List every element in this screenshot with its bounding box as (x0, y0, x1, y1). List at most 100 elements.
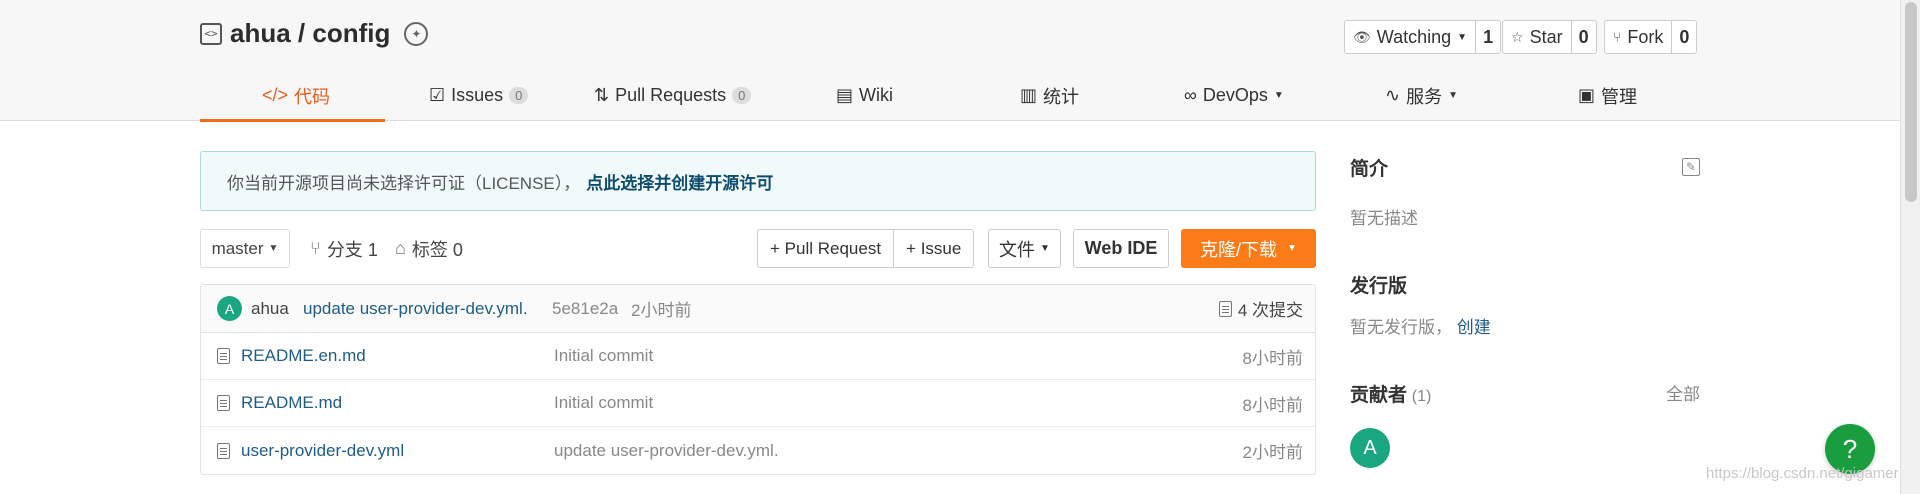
recommend-badge-icon[interactable]: ✦ (404, 21, 429, 46)
wiki-icon: ▤ (836, 85, 854, 105)
tab-issues[interactable]: ☑ Issues 0 (429, 70, 529, 121)
tab-code[interactable]: </> 代码 (262, 70, 330, 121)
tab-count: 0 (732, 87, 752, 104)
contributor-avatar[interactable]: A (1350, 428, 1390, 468)
create-buttons: + Pull Request + Issue (757, 229, 975, 268)
watermark-text: https://blog.csdn.net/gigamer (1706, 465, 1899, 482)
tab-wiki[interactable]: ▤ Wiki (836, 70, 893, 121)
tab-devops[interactable]: ∞ DevOps ▼ (1184, 70, 1284, 121)
contributors-count: (1) (1411, 388, 1432, 405)
intro-title: 简介 (1350, 159, 1389, 180)
branch-select[interactable]: master ▼ (200, 229, 290, 268)
new-issue-button[interactable]: + Issue (893, 230, 973, 267)
file-icon (217, 395, 230, 411)
watch-label: Watching (1376, 26, 1452, 47)
file-commit-message[interactable]: Initial commit (554, 346, 653, 366)
fork-label: Fork (1627, 26, 1664, 47)
service-icon: ∿ (1385, 85, 1401, 105)
chevron-down-icon: ▼ (1457, 31, 1468, 43)
repo-tabs: </> 代码 ☑ Issues 0 ⇅ Pull Requests 0 ▤ Wiki ▥ 统计… (200, 70, 1700, 122)
pull-request-icon: ⇅ (594, 85, 610, 105)
file-commit-message[interactable]: update user-provider-dev.yml. (554, 441, 779, 461)
devops-icon: ∞ (1184, 85, 1197, 105)
commit-count: 4 次提交 (1237, 301, 1303, 320)
watch-count[interactable]: 1 (1475, 21, 1500, 53)
tags-link[interactable]: ⌂ 标签 0 (395, 229, 463, 268)
edit-icon[interactable]: ✎ (1682, 158, 1700, 176)
chevron-down-icon: ▼ (1040, 243, 1050, 254)
star-count[interactable]: 0 (1570, 21, 1596, 53)
file-time: 8小时前 (1242, 348, 1303, 368)
tab-manage[interactable]: ▣ 管理 (1578, 70, 1637, 121)
manage-icon: ▣ (1578, 85, 1596, 105)
tab-label: DevOps (1202, 85, 1268, 105)
create-release-link[interactable]: 创建 (1457, 318, 1491, 337)
scrollbar-thumb[interactable] (1905, 2, 1917, 202)
tab-stats[interactable]: ▥ 统计 (1020, 70, 1079, 121)
create-license-link[interactable]: 点此选择并创建开源许可 (586, 169, 773, 194)
release-title: 发行版 (1350, 276, 1408, 297)
file-icon (217, 348, 230, 364)
commit-sha[interactable]: 5e81e2a (552, 299, 618, 319)
eye-icon: 👁 (1353, 28, 1371, 45)
commit-count-link[interactable]: 4 次提交 (1218, 285, 1303, 332)
fork-button[interactable]: ⑂ Fork 0 (1604, 20, 1698, 54)
page-scrollbar[interactable] (1900, 0, 1920, 494)
tab-label: 代码 (294, 86, 331, 107)
tab-label: 服务 (1406, 86, 1443, 107)
repo-header: <> ahua / config ✦ 👁 Watching ▼ 1 ☆ Star 0 … (0, 0, 1920, 122)
file-icon (217, 442, 230, 459)
tag-icon: ⌂ (395, 238, 406, 258)
tags-label: 标签 0 (411, 239, 463, 260)
file-name[interactable]: README.md (241, 393, 342, 413)
fork-icon: ⑂ (1613, 29, 1622, 45)
web-ide-label: Web IDE (1084, 238, 1158, 258)
tab-service[interactable]: ∿ 服务 ▼ (1385, 70, 1458, 121)
star-button[interactable]: ☆ Star 0 (1502, 20, 1597, 54)
table-row: user-provider-dev.yml update user-provid… (201, 427, 1315, 474)
license-notice: 你当前开源项目尚未选择许可证（LICENSE）， 点此选择并创建开源许可 (200, 151, 1316, 211)
chevron-down-icon: ▼ (268, 243, 279, 254)
tab-pull-requests[interactable]: ⇅ Pull Requests 0 (594, 70, 752, 121)
repo-sidebar: 简介 ✎ 暂无描述 发行版 暂无发行版， 创建 贡献者 (1) 全部 A (1350, 150, 1700, 468)
repo-title-group: <> ahua / config ✦ (200, 18, 429, 49)
stats-icon: ▥ (1020, 85, 1038, 105)
release-line: 暂无发行版， 创建 (1350, 313, 1700, 338)
branches-link[interactable]: ⑂ 分支 1 (310, 229, 378, 268)
fork-count[interactable]: 0 (1671, 21, 1696, 53)
watch-button[interactable]: 👁 Watching ▼ 1 (1344, 20, 1502, 54)
repo-code-icon: <> (200, 22, 222, 45)
author-avatar[interactable]: A (217, 296, 242, 321)
commit-author[interactable]: ahua (251, 299, 289, 319)
contributors-header: 贡献者 (1) 全部 (1350, 380, 1700, 406)
clone-download-button[interactable]: 克隆/下载 ▼ (1181, 229, 1316, 268)
file-time: 8小时前 (1242, 395, 1303, 415)
tab-label: Pull Requests (615, 85, 727, 105)
repo-name[interactable]: ahua / config (230, 18, 390, 49)
new-pull-request-button[interactable]: + Pull Request (758, 230, 893, 267)
branch-select-value: master (211, 238, 264, 258)
table-row: README.md Initial commit 8小时前 (201, 380, 1315, 427)
file-menu-button[interactable]: 文件 ▼ (988, 229, 1061, 268)
web-ide-button[interactable]: Web IDE (1073, 229, 1169, 268)
chevron-down-icon: ▼ (1448, 90, 1458, 101)
branch-icon: ⑂ (310, 238, 321, 258)
branches-label: 分支 1 (326, 239, 378, 260)
notice-text: 你当前开源项目尚未选择许可证（LICENSE）， (227, 173, 581, 193)
tab-label: Wiki (859, 85, 894, 105)
table-row: README.en.md Initial commit 8小时前 (201, 333, 1315, 380)
chevron-down-icon: ▼ (1273, 90, 1284, 101)
file-table: A ahua update user-provider-dev.yml. 5e8… (200, 284, 1316, 475)
tab-label: 管理 (1601, 86, 1638, 107)
commits-icon (1218, 300, 1232, 317)
contributors-all-link[interactable]: 全部 (1666, 380, 1700, 405)
clone-label: 克隆/下载 (1200, 239, 1278, 260)
tab-label: 统计 (1043, 86, 1080, 107)
intro-text: 暂无描述 (1350, 209, 1418, 228)
file-commit-message[interactable]: Initial commit (554, 393, 653, 413)
commit-message[interactable]: update user-provider-dev.yml. (303, 299, 528, 319)
chevron-down-icon: ▼ (1287, 243, 1297, 254)
file-name[interactable]: README.en.md (241, 346, 366, 366)
file-name[interactable]: user-provider-dev.yml (241, 441, 404, 461)
tab-count: 0 (509, 87, 529, 104)
